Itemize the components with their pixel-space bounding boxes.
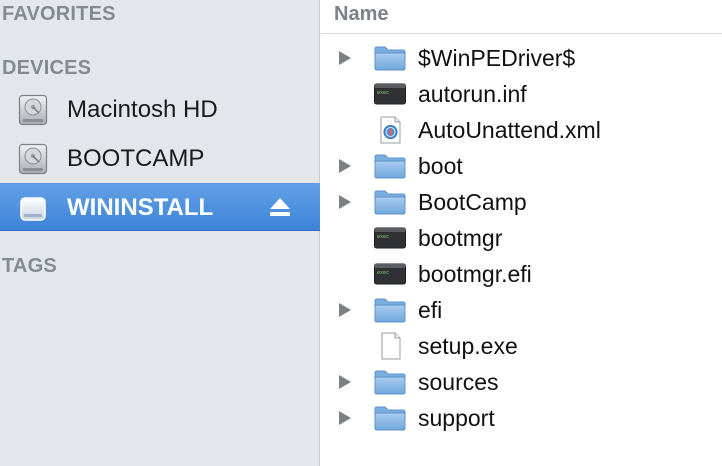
column-header-name[interactable]: Name <box>321 0 722 34</box>
file-row[interactable]: $WinPEDriver$ <box>321 40 722 76</box>
file-name: sources <box>418 369 499 395</box>
disclosure-triangle-icon[interactable] <box>338 158 352 174</box>
eject-icon[interactable] <box>268 196 292 218</box>
file-name: efi <box>418 297 443 323</box>
disclosure-triangle-icon[interactable] <box>338 410 352 426</box>
disclosure-triangle-icon[interactable] <box>338 374 352 390</box>
sidebar-item-macintosh-hd[interactable]: Macintosh HD <box>0 86 320 134</box>
sidebar-item-label: WININSTALL <box>67 194 214 221</box>
devices-header[interactable]: DEVICES <box>2 56 91 80</box>
file-row[interactable]: exec autorun.inf <box>321 76 722 112</box>
tags-header[interactable]: TAGS <box>2 254 57 278</box>
sidebar-item-label: Macintosh HD <box>67 96 218 123</box>
file-name: bootmgr.efi <box>418 261 532 287</box>
folder-icon <box>374 406 406 431</box>
file-name: bootmgr <box>418 225 503 251</box>
file-list: Name $WinPEDriver$ exec autorun.inf AutoUna… <box>321 0 722 466</box>
svg-text:exec: exec <box>377 270 389 276</box>
file-row[interactable]: efi <box>321 292 722 328</box>
finder-window: FAVORITES DEVICES Macintosh HD BOOTCAMP … <box>0 0 722 466</box>
file-row[interactable]: BootCamp <box>321 184 722 220</box>
file-name: support <box>418 405 495 431</box>
sidebar-item-wininstall[interactable]: WININSTALL <box>0 183 320 231</box>
file-row[interactable]: sources <box>321 364 722 400</box>
favorites-header[interactable]: FAVORITES <box>2 2 116 26</box>
sidebar: FAVORITES DEVICES Macintosh HD BOOTCAMP … <box>0 0 320 466</box>
folder-icon <box>374 370 406 395</box>
file-row[interactable]: support <box>321 400 722 436</box>
file-row[interactable]: setup.exe <box>321 328 722 364</box>
folder-icon <box>374 46 406 71</box>
hard-drive-icon <box>18 94 48 126</box>
disclosure-triangle-icon[interactable] <box>338 302 352 318</box>
file-row[interactable]: exec bootmgr.efi <box>321 256 722 292</box>
column-title: Name <box>334 3 389 25</box>
file-row[interactable]: boot <box>321 148 722 184</box>
sidebar-item-bootcamp[interactable]: BOOTCAMP <box>0 135 320 183</box>
file-name: setup.exe <box>418 333 518 359</box>
file-name: boot <box>418 153 463 179</box>
file-name: BootCamp <box>418 189 527 215</box>
executable-icon: exec <box>374 263 406 285</box>
file-name: $WinPEDriver$ <box>418 45 576 71</box>
disclosure-triangle-icon[interactable] <box>338 194 352 210</box>
svg-text:exec: exec <box>377 90 389 96</box>
file-name: autorun.inf <box>418 81 527 107</box>
folder-icon <box>374 154 406 179</box>
disclosure-triangle-icon[interactable] <box>338 50 352 66</box>
sidebar-item-label: BOOTCAMP <box>67 145 205 172</box>
document-icon <box>381 332 401 360</box>
file-row[interactable]: AutoUnattend.xml <box>321 112 722 148</box>
file-row[interactable]: exec bootmgr <box>321 220 722 256</box>
folder-icon <box>374 190 406 215</box>
hard-drive-icon <box>18 143 48 175</box>
folder-icon <box>374 298 406 323</box>
executable-icon: exec <box>374 83 406 105</box>
xml-file-icon <box>380 116 401 144</box>
executable-icon: exec <box>374 227 406 249</box>
svg-text:exec: exec <box>377 234 389 240</box>
external-drive-icon <box>20 197 46 221</box>
file-name: AutoUnattend.xml <box>418 117 601 143</box>
